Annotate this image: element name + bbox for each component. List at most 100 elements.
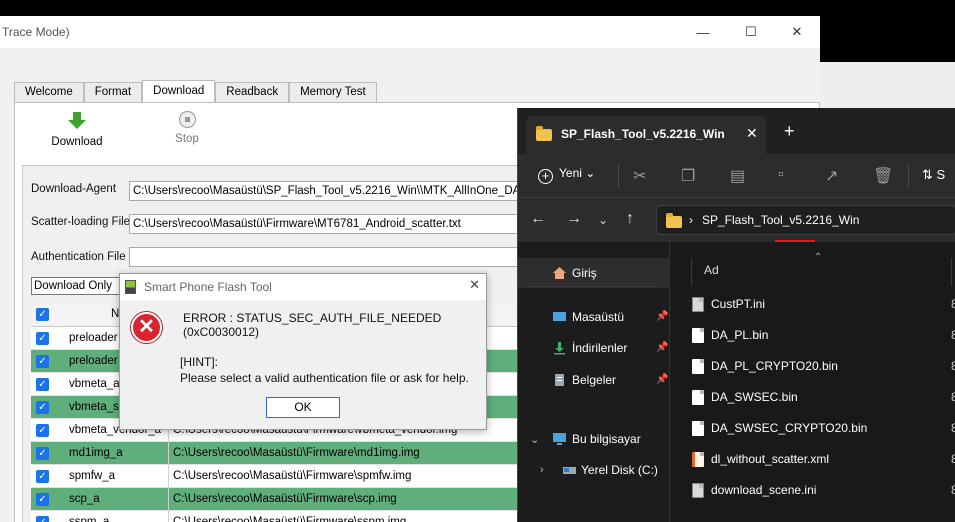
download-agent-field[interactable]: C:\Users\recoo\Masaüstü\SP_Flash_Tool_v5… [129, 181, 549, 201]
file-list-pane: ⌃ Ad D CustPT.ini8DA_PL.bin8DA_PL_CRYPTO… [671, 242, 955, 522]
explorer-tab-bar: SP_Flash_Tool_v5.2216_Win ✕ + [518, 108, 955, 154]
new-button-label: Yeni [559, 166, 582, 180]
download-button[interactable]: Download [47, 111, 107, 148]
nav-item-desktop[interactable]: Masaüstü 📌 [518, 302, 670, 332]
table-row[interactable]: ✓ spmfw_a C:\Users\recoo\Masaüstü\Firmware… [31, 465, 531, 488]
download-button-label: Download [51, 136, 103, 148]
row-checkbox[interactable]: ✓ [36, 470, 49, 483]
new-button[interactable]: + Yeni ⌄ [538, 166, 595, 184]
nav-item-local-disk[interactable]: Yerel Disk (C:) [518, 455, 670, 485]
partition-name: scp_a [61, 488, 169, 511]
maximize-button[interactable]: ☐ [728, 16, 774, 48]
computer-icon [553, 433, 566, 445]
partition-location: C:\Users\recoo\Masaüstü\Firmware\sspm.im… [173, 516, 407, 522]
file-name: DA_PL_CRYPTO20.bin [711, 359, 838, 373]
row-checkbox[interactable]: ✓ [36, 401, 49, 414]
pin-icon[interactable]: 📌 [656, 333, 668, 363]
auth-file-field[interactable] [129, 247, 549, 267]
stop-button[interactable]: Stop [157, 111, 217, 145]
list-item[interactable]: DA_PL_CRYPTO20.bin 8 [671, 351, 955, 382]
address-bar[interactable]: › SP_Flash_Tool_v5.2216_Win [656, 205, 955, 235]
recent-chevron-icon[interactable]: ⌄ [598, 213, 608, 227]
nav-item-label: Belgeler [572, 373, 617, 387]
scatter-file-field[interactable]: C:\Users\recoo\Masaüstü\Firmware\MT6781_… [129, 214, 549, 234]
name-column-header[interactable]: Ad [704, 263, 719, 277]
partition-name: sspm_a [61, 511, 169, 522]
rename-icon[interactable]: ▫ [778, 166, 784, 184]
sort-ascending-icon: ⌃ [814, 252, 823, 263]
error-icon: ✕ [131, 312, 162, 343]
paste-icon[interactable]: ▤ [730, 166, 745, 186]
close-button[interactable]: ✕ [774, 16, 820, 48]
file-name: CustPT.ini [711, 297, 766, 311]
toolbar-separator [618, 164, 619, 188]
file-date: 8 [951, 320, 955, 351]
tab-readback[interactable]: Readback [215, 82, 290, 102]
explorer-tab[interactable]: SP_Flash_Tool_v5.2216_Win ✕ [526, 116, 766, 154]
file-explorer-window: SP_Flash_Tool_v5.2216_Win ✕ + + Yeni ⌄ ✂ … [517, 108, 955, 522]
navigation-pane: Giriş Masaüstü 📌 İndirilenler 📌 Belgeler… [518, 242, 670, 522]
share-icon[interactable]: ↗ [825, 166, 838, 186]
background-window-strip [820, 62, 955, 108]
xml-file-icon [692, 452, 704, 467]
download-arrow-icon [68, 112, 86, 129]
row-checkbox[interactable]: ✓ [36, 447, 49, 460]
tab-memory-test[interactable]: Memory Test [289, 82, 377, 102]
error-message: ERROR : STATUS_SEC_AUTH_FILE_NEEDED (0xC… [183, 311, 442, 339]
tab-bar: Welcome Format Download Readback Memory … [14, 80, 377, 102]
cut-icon[interactable]: ✂ [633, 166, 646, 186]
dialog-close-icon[interactable]: ✕ [469, 277, 480, 293]
back-arrow-icon[interactable]: ← [530, 210, 546, 228]
breadcrumb[interactable]: SP_Flash_Tool_v5.2216_Win [702, 213, 859, 227]
nav-separator [528, 286, 660, 287]
download-mode-select[interactable]: Download Only [31, 277, 127, 295]
nav-item-this-pc[interactable]: Bu bilgisayar [518, 424, 670, 454]
bin-file-icon [692, 390, 704, 405]
file-date: 8 [951, 475, 955, 506]
pin-icon[interactable]: 📌 [656, 365, 668, 395]
row-checkbox[interactable]: ✓ [36, 516, 49, 522]
new-tab-icon[interactable]: + [784, 121, 795, 142]
list-item[interactable]: download_scene.ini 8 [671, 475, 955, 506]
file-date: 8 [951, 413, 955, 444]
ok-button[interactable]: OK [266, 397, 340, 418]
tab-close-icon[interactable]: ✕ [746, 125, 758, 142]
list-item[interactable]: DA_SWSEC_CRYPTO20.bin 8 [671, 413, 955, 444]
tab-download[interactable]: Download [142, 80, 216, 102]
list-item[interactable]: DA_PL.bin 8 [671, 320, 955, 351]
list-item[interactable]: DA_SWSEC.bin 8 [671, 382, 955, 413]
tab-format[interactable]: Format [83, 82, 143, 102]
list-item[interactable]: CustPT.ini 8 [671, 289, 955, 320]
table-row[interactable]: ✓ sspm_a C:\Users\recoo\Masaüstü\Firmware\… [31, 511, 531, 522]
sort-button[interactable]: ⇅ S [922, 167, 945, 183]
list-item[interactable]: dl_without_scatter.xml 8 [671, 444, 955, 475]
row-checkbox[interactable]: ✓ [36, 378, 49, 391]
scatter-file-label: Scatter-loading File [31, 216, 131, 228]
row-checkbox[interactable]: ✓ [36, 332, 49, 345]
select-all-checkbox[interactable]: ✓ [36, 308, 49, 321]
nav-item-home[interactable]: Giriş [518, 258, 670, 288]
copy-icon[interactable]: ❐ [681, 166, 695, 186]
table-row[interactable]: ✓ scp_a C:\Users\recoo\Masaüstü\Firmware\s… [31, 488, 531, 511]
delete-icon[interactable]: 🗑 [873, 166, 893, 186]
row-checkbox[interactable]: ✓ [36, 424, 49, 437]
nav-item-downloads[interactable]: İndirilenler 📌 [518, 333, 670, 363]
row-checkbox[interactable]: ✓ [36, 355, 49, 368]
tab-welcome[interactable]: Welcome [14, 82, 84, 102]
column-header-row: ⌃ Ad D [671, 242, 955, 286]
address-bar-row: ← → ⌄ ↑ › SP_Flash_Tool_v5.2216_Win [518, 198, 955, 242]
forward-arrow-icon[interactable]: → [566, 210, 582, 228]
explorer-tab-title: SP_Flash_Tool_v5.2216_Win [561, 127, 725, 141]
nav-item-documents[interactable]: Belgeler 📌 [518, 365, 670, 395]
bin-file-icon [692, 359, 704, 374]
minimize-button[interactable]: — [680, 16, 726, 48]
pin-icon[interactable]: 📌 [656, 302, 668, 332]
column-divider [691, 258, 692, 286]
up-arrow-icon[interactable]: ↑ [626, 210, 634, 228]
stop-button-label: Stop [175, 133, 199, 145]
table-row[interactable]: ✓ md1img_a C:\Users\recoo\Masaüstü\Firmwar… [31, 442, 531, 465]
row-checkbox[interactable]: ✓ [36, 493, 49, 506]
file-date: 8 [951, 289, 955, 320]
sort-button-label: S [936, 167, 946, 182]
window-title: Trace Mode) [2, 25, 70, 39]
